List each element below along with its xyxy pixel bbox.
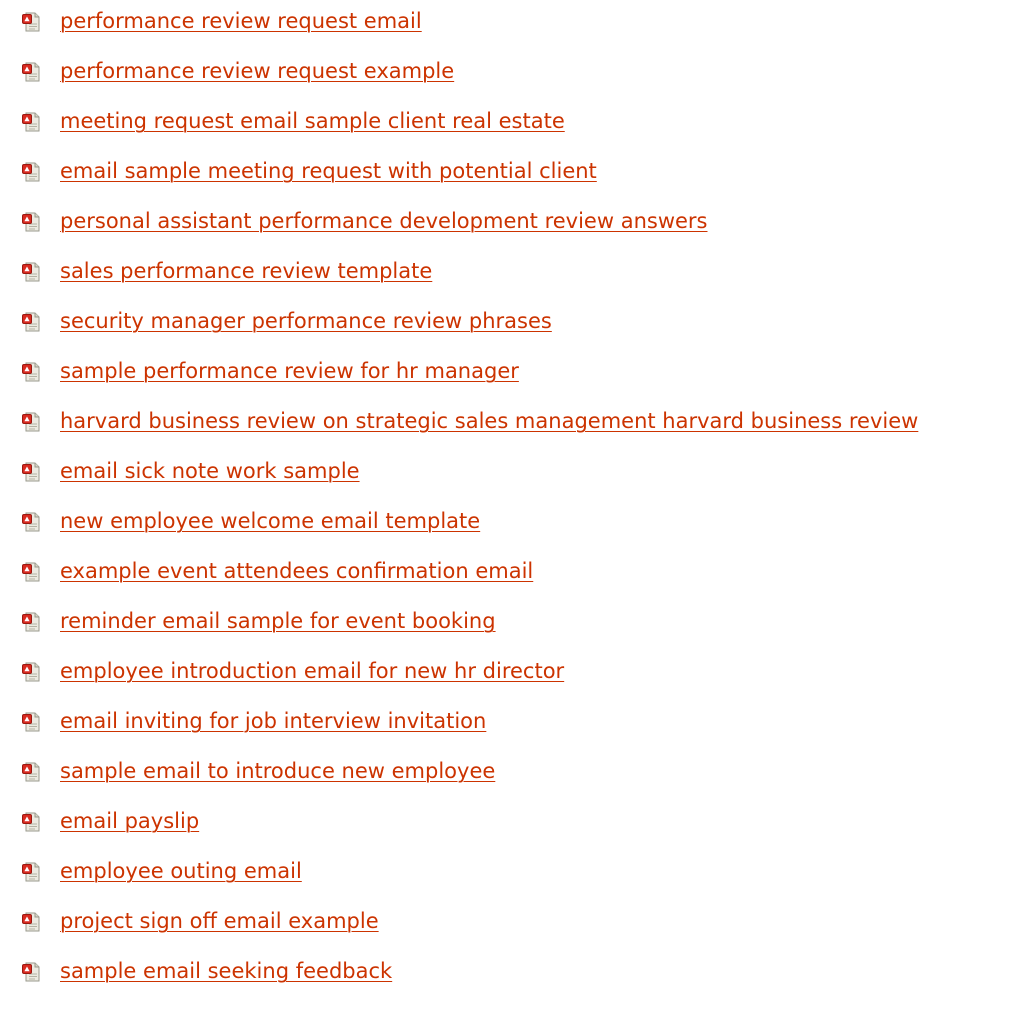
list-item: employee introduction email for new hr d… (0, 650, 1019, 700)
document-link[interactable]: sample email to introduce new employee (60, 757, 495, 785)
list-item: sample email to introduce new employee (0, 750, 1019, 800)
pdf-document-icon (22, 762, 40, 782)
list-item: sample email seeking feedback (0, 950, 1019, 1000)
pdf-document-icon (22, 812, 40, 832)
document-link[interactable]: harvard business review on strategic sal… (60, 407, 918, 435)
document-link[interactable]: sample email seeking feedback (60, 957, 392, 985)
document-link[interactable]: sales performance review template (60, 257, 432, 285)
pdf-document-icon (22, 512, 40, 532)
document-link[interactable]: security manager performance review phra… (60, 307, 552, 335)
list-item: performance review request example (0, 50, 1019, 100)
list-item: personal assistant performance developme… (0, 200, 1019, 250)
pdf-document-icon (22, 612, 40, 632)
list-item: security manager performance review phra… (0, 300, 1019, 350)
list-item: reminder email sample for event booking (0, 600, 1019, 650)
document-link[interactable]: meeting request email sample client real… (60, 107, 565, 135)
pdf-document-icon (22, 862, 40, 882)
pdf-document-icon (22, 12, 40, 32)
pdf-document-icon (22, 912, 40, 932)
list-item: harvard business review on strategic sal… (0, 400, 1019, 450)
list-item: email sick note work sample (0, 450, 1019, 500)
pdf-document-icon (22, 662, 40, 682)
list-item: example event attendees confirmation ema… (0, 550, 1019, 600)
pdf-document-icon (22, 162, 40, 182)
document-link[interactable]: email inviting for job interview invitat… (60, 707, 486, 735)
list-item: sample performance review for hr manager (0, 350, 1019, 400)
document-link[interactable]: email payslip (60, 807, 199, 835)
list-item: project sign off email example (0, 900, 1019, 950)
list-item: performance review request email (0, 0, 1019, 50)
document-link[interactable]: email sample meeting request with potent… (60, 157, 597, 185)
pdf-document-icon (22, 462, 40, 482)
list-item: meeting request email sample client real… (0, 100, 1019, 150)
list-item: email payslip (0, 800, 1019, 850)
pdf-document-icon (22, 362, 40, 382)
pdf-document-icon (22, 562, 40, 582)
pdf-document-icon (22, 112, 40, 132)
pdf-document-icon (22, 262, 40, 282)
document-link[interactable]: reminder email sample for event booking (60, 607, 496, 635)
document-link[interactable]: employee introduction email for new hr d… (60, 657, 564, 685)
document-link-list: performance review request email perform… (0, 0, 1019, 1000)
list-item: employee outing email (0, 850, 1019, 900)
document-link[interactable]: email sick note work sample (60, 457, 360, 485)
list-item: email sample meeting request with potent… (0, 150, 1019, 200)
document-link[interactable]: project sign off email example (60, 907, 379, 935)
list-item: sales performance review template (0, 250, 1019, 300)
pdf-document-icon (22, 712, 40, 732)
pdf-document-icon (22, 312, 40, 332)
list-item: new employee welcome email template (0, 500, 1019, 550)
document-link[interactable]: employee outing email (60, 857, 302, 885)
document-link[interactable]: new employee welcome email template (60, 507, 480, 535)
pdf-document-icon (22, 962, 40, 982)
pdf-document-icon (22, 412, 40, 432)
document-link[interactable]: example event attendees confirmation ema… (60, 557, 533, 585)
document-link[interactable]: performance review request email (60, 7, 422, 35)
document-link[interactable]: performance review request example (60, 57, 454, 85)
document-link[interactable]: sample performance review for hr manager (60, 357, 519, 385)
pdf-document-icon (22, 212, 40, 232)
list-item: email inviting for job interview invitat… (0, 700, 1019, 750)
document-link[interactable]: personal assistant performance developme… (60, 207, 708, 235)
pdf-document-icon (22, 62, 40, 82)
